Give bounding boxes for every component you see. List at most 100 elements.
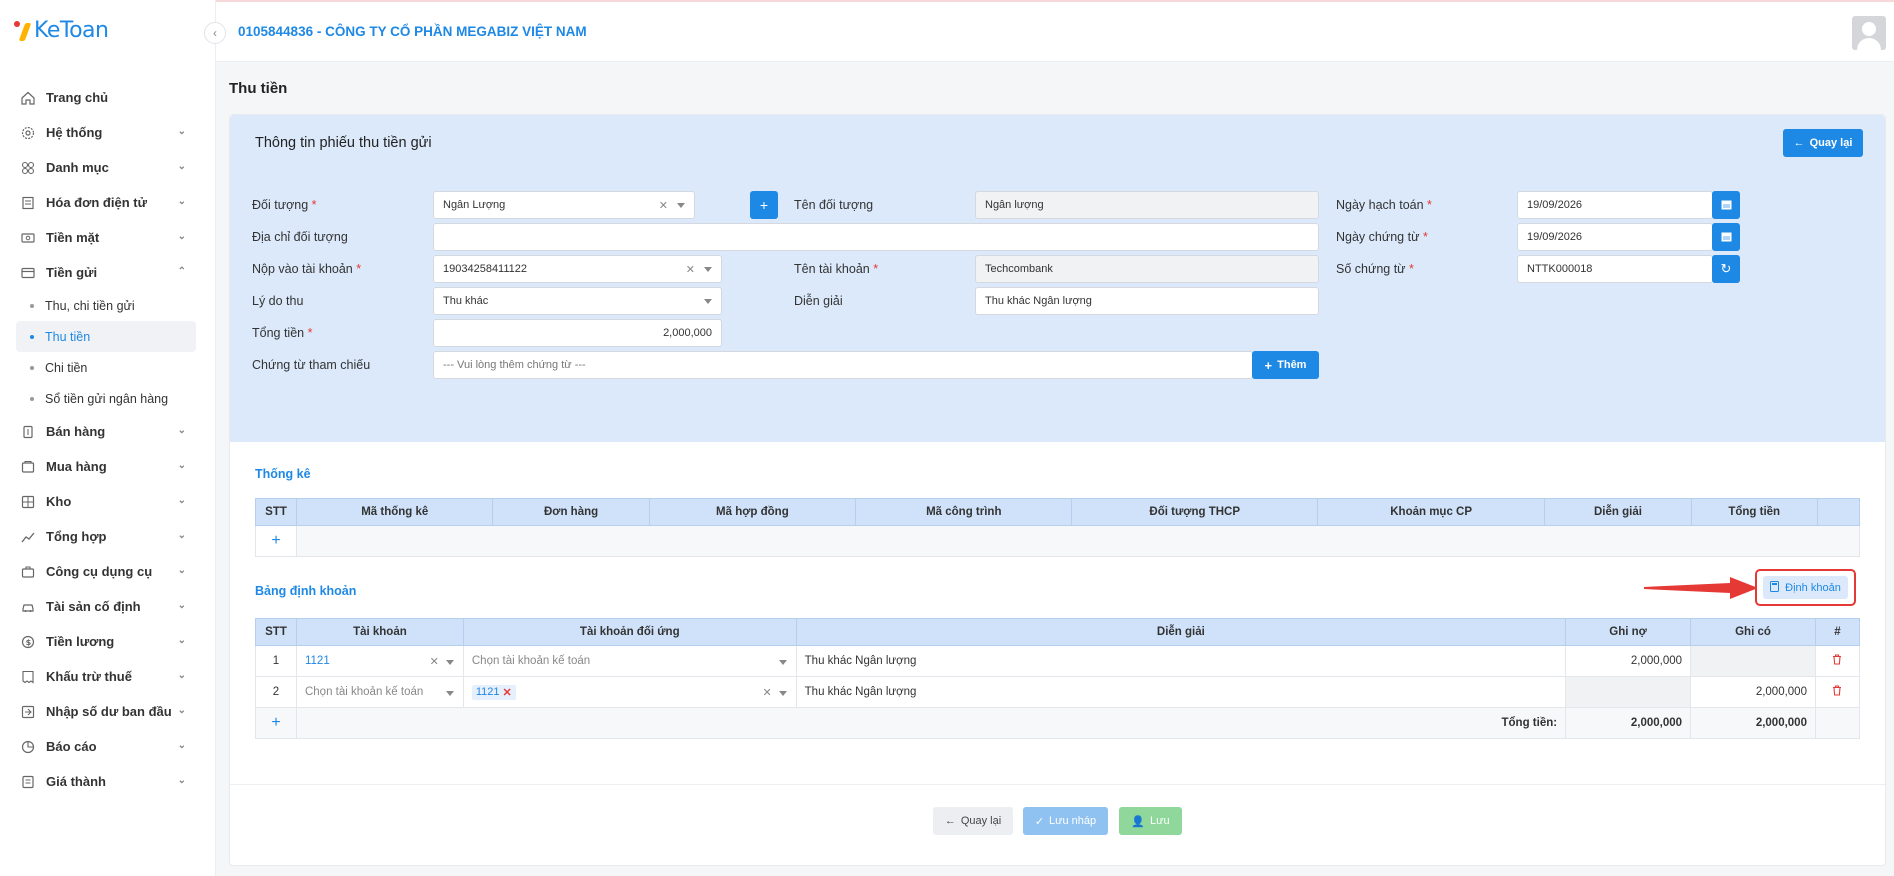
ly-do-thu-select[interactable]: Thu khác bbox=[433, 287, 722, 315]
tong-tien-value: 2,000,000 bbox=[663, 327, 712, 339]
caret-down-icon[interactable] bbox=[778, 660, 787, 665]
caret-down-icon[interactable] bbox=[778, 691, 787, 696]
ngay-hach-toan-input[interactable]: 19/09/2026 bbox=[1517, 191, 1713, 219]
dien-giai-cell[interactable]: Thu khác Ngân lượng bbox=[795, 676, 1567, 708]
bullet-icon bbox=[30, 365, 34, 370]
cash-icon bbox=[20, 230, 36, 246]
sidebar-item-mua-hang[interactable]: Mua hàng ⌄ bbox=[0, 449, 216, 484]
remove-tag-icon[interactable]: ✕ bbox=[503, 686, 512, 699]
clear-icon[interactable]: ✕ bbox=[762, 686, 771, 699]
caret-down-icon[interactable] bbox=[704, 267, 712, 272]
dinh-khoan-title: Bảng định khoản bbox=[255, 584, 357, 598]
add-thong-ke-button[interactable]: + bbox=[254, 525, 298, 557]
sidebar-item-he-thong[interactable]: Hệ thống ⌄ bbox=[0, 115, 216, 150]
dia-chi-input[interactable] bbox=[433, 223, 1319, 251]
ten-tk-field[interactable]: Techcombank bbox=[975, 255, 1319, 283]
chevron-down-icon: ⌄ bbox=[177, 495, 186, 506]
sidebar-item-trang-chu[interactable]: Trang chủ bbox=[0, 80, 216, 115]
chevron-down-icon: ⌄ bbox=[177, 231, 186, 242]
add-dinh-khoan-button[interactable]: + bbox=[255, 707, 297, 739]
tai-khoan-select[interactable]: Chọn tài khoản kế toán bbox=[295, 676, 464, 708]
caret-down-icon[interactable] bbox=[445, 660, 454, 665]
sidebar-item-label: Trang chủ bbox=[46, 90, 109, 105]
chevron-down-icon: ⌄ bbox=[177, 126, 186, 137]
caret-down-icon[interactable] bbox=[445, 691, 454, 696]
sidebar-item-label: Mua hàng bbox=[46, 459, 107, 474]
tai-khoan-select[interactable]: 1121 ✕ bbox=[295, 645, 464, 677]
app-logo[interactable]: KeToan bbox=[14, 18, 109, 43]
refresh-so-chung-tu-button[interactable]: ↻ bbox=[1712, 255, 1740, 283]
chung-tu-placeholder: --- Vui lòng thêm chứng từ --- bbox=[443, 359, 586, 371]
back-button-top[interactable]: ← Quay lại bbox=[1783, 129, 1863, 157]
clear-icon[interactable]: ✕ bbox=[430, 655, 439, 668]
stt-cell: 2 bbox=[255, 676, 297, 708]
cart-icon bbox=[20, 459, 36, 475]
import-icon bbox=[20, 704, 36, 720]
calendar-button-chung-tu[interactable] bbox=[1712, 223, 1740, 251]
clear-icon[interactable]: ✕ bbox=[659, 199, 668, 212]
doi-ung-select[interactable]: Chọn tài khoản kế toán bbox=[462, 645, 797, 677]
dien-giai-cell[interactable]: Thu khác Ngân lượng bbox=[795, 645, 1567, 677]
dinh-khoan-button[interactable]: Định khoản bbox=[1763, 576, 1848, 599]
sidebar-item-khau-tru-thue[interactable]: Khấu trừ thuế ⌄ bbox=[0, 659, 216, 694]
add-doi-tuong-button[interactable]: + bbox=[750, 191, 778, 219]
salary-icon: $ bbox=[20, 634, 36, 650]
save-draft-button[interactable]: ✓ Lưu nháp bbox=[1023, 807, 1108, 835]
caret-down-icon[interactable] bbox=[704, 299, 712, 304]
delete-row-button[interactable] bbox=[1814, 645, 1861, 677]
ten-doi-tuong-field[interactable]: Ngân lượng bbox=[975, 191, 1319, 219]
sidebar-item-tai-san[interactable]: Tài sản cố định ⌄ bbox=[0, 589, 216, 624]
tong-tien-input[interactable]: 2,000,000 bbox=[433, 319, 722, 347]
sidebar-collapse-button[interactable]: ‹ bbox=[204, 22, 226, 44]
tong-tien-label: Tổng tiền * bbox=[252, 326, 313, 340]
report-icon bbox=[20, 739, 36, 755]
ngay-chung-tu-input[interactable]: 19/09/2026 bbox=[1517, 223, 1713, 251]
sidebar-item-kho[interactable]: Kho ⌄ bbox=[0, 484, 216, 519]
dien-giai-input[interactable]: Thu khác Ngân lượng bbox=[975, 287, 1319, 315]
caret-down-icon[interactable] bbox=[677, 203, 685, 208]
them-chung-tu-button[interactable]: + Thêm bbox=[1252, 351, 1319, 379]
sidebar-item-tong-hop[interactable]: Tổng hợp ⌄ bbox=[0, 519, 216, 554]
save-button[interactable]: 👤 Lưu bbox=[1119, 807, 1182, 835]
sidebar-item-danh-muc[interactable]: Danh mục ⌄ bbox=[0, 150, 216, 185]
sidebar-item-label: Bán hàng bbox=[46, 424, 106, 439]
sidebar-item-tien-mat[interactable]: Tiền mặt ⌄ bbox=[0, 220, 216, 255]
sidebar-subitem-thu-tien[interactable]: Thu tiền bbox=[16, 321, 196, 352]
doi-ung-select[interactable]: 1121 ✕ ✕ bbox=[462, 676, 797, 708]
chung-tu-tham-chieu-input[interactable]: --- Vui lòng thêm chứng từ --- bbox=[433, 351, 1253, 379]
sidebar-item-cong-cu[interactable]: Công cụ dụng cụ ⌄ bbox=[0, 554, 216, 589]
stt-cell: 1 bbox=[255, 645, 297, 677]
chevron-left-icon: ‹ bbox=[213, 26, 217, 40]
doi-tuong-select[interactable]: Ngân Lượng ✕ bbox=[433, 191, 695, 219]
plus-icon: + bbox=[1264, 357, 1273, 373]
sidebar-subitem-thu-chi-tien-gui[interactable]: Thu, chi tiền gửi bbox=[0, 290, 216, 321]
bullet-icon bbox=[30, 334, 34, 339]
sidebar-item-bao-cao[interactable]: Báo cáo ⌄ bbox=[0, 729, 216, 764]
sidebar-item-tien-luong[interactable]: $ Tiền lương ⌄ bbox=[0, 624, 216, 659]
back-button-bottom[interactable]: ← Quay lại bbox=[933, 807, 1013, 835]
avatar[interactable] bbox=[1852, 16, 1886, 50]
sidebar-item-gia-thanh[interactable]: Giá thành ⌄ bbox=[0, 764, 216, 799]
sidebar-item-tien-gui[interactable]: Tiền gửi ⌃ bbox=[0, 255, 216, 290]
total-ghi-co: 2,000,000 bbox=[1690, 707, 1816, 739]
empty-cell bbox=[1814, 707, 1861, 739]
delete-row-button[interactable] bbox=[1814, 676, 1861, 708]
sidebar-item-nhap-so-du[interactable]: Nhập số dư ban đầu ⌄ bbox=[0, 694, 216, 729]
ghi-co-cell[interactable]: 2,000,000 bbox=[1690, 676, 1816, 708]
sidebar-item-hoa-don[interactable]: Hóa đơn điện tử ⌄ bbox=[0, 185, 216, 220]
ghi-no-cell[interactable]: 2,000,000 bbox=[1565, 645, 1692, 677]
arrow-left-icon: ← bbox=[1793, 137, 1805, 149]
doi-ung-placeholder: Chọn tài khoản kế toán bbox=[471, 655, 591, 667]
nop-vao-tk-select[interactable]: 19034258411122 ✕ bbox=[433, 255, 722, 283]
sidebar-item-ban-hang[interactable]: Bán hàng ⌄ bbox=[0, 414, 216, 449]
dia-chi-label: Địa chỉ đối tượng bbox=[252, 230, 348, 244]
ghi-co-cell bbox=[1690, 645, 1816, 677]
calculator-icon bbox=[1770, 580, 1780, 595]
sidebar-item-label: Tiền lương bbox=[46, 634, 115, 649]
so-chung-tu-input[interactable]: NTTK000018 bbox=[1517, 255, 1713, 283]
sidebar-subitem-so-tien-gui[interactable]: Sổ tiền gửi ngân hàng bbox=[0, 383, 216, 414]
sidebar-subitem-chi-tien[interactable]: Chi tiền bbox=[0, 352, 216, 383]
annotation-arrow-icon bbox=[1644, 577, 1758, 599]
clear-icon[interactable]: ✕ bbox=[686, 263, 695, 276]
calendar-button-hach-toan[interactable] bbox=[1712, 191, 1740, 219]
